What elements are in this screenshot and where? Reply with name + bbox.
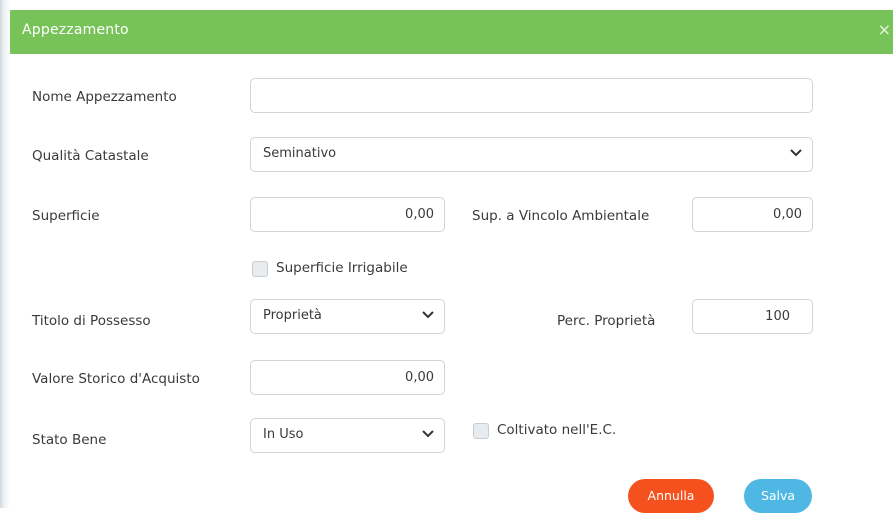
chevron-down-icon [790, 149, 802, 157]
coltivato-ec-box[interactable] [473, 423, 489, 439]
titolo-possesso-value: Proprietà [263, 308, 322, 323]
stato-bene-value: In Uso [263, 427, 304, 442]
stato-bene-label: Stato Bene [32, 432, 107, 448]
nome-appezzamento-label: Nome Appezzamento [32, 89, 177, 105]
perc-proprieta-input[interactable] [692, 299, 813, 334]
chevron-down-icon [422, 311, 434, 319]
titolo-possesso-select[interactable]: Proprietà [250, 299, 445, 334]
titolo-possesso-label: Titolo di Possesso [32, 313, 151, 329]
sup-vincolo-ambientale-label: Sup. a Vincolo Ambientale [472, 208, 650, 224]
background-page-edge [0, 0, 10, 508]
coltivato-ec-label: Coltivato nell'E.C. [497, 422, 617, 438]
modal-title: Appezzamento [22, 22, 129, 38]
chevron-down-icon [422, 430, 434, 438]
valore-storico-label: Valore Storico d'Acquisto [32, 371, 200, 387]
qualita-catastale-select[interactable]: Seminativo [250, 137, 813, 172]
nome-appezzamento-input[interactable] [250, 78, 813, 113]
qualita-catastale-value: Seminativo [263, 146, 337, 161]
close-icon[interactable]: × [878, 22, 891, 38]
modal-header: Appezzamento × [10, 10, 893, 54]
superficie-label: Superficie [32, 208, 100, 224]
superficie-irrigabile-box[interactable] [252, 261, 268, 277]
sup-vincolo-ambientale-input[interactable] [692, 197, 813, 232]
stato-bene-select[interactable]: In Uso [250, 418, 445, 453]
qualita-catastale-label: Qualità Catastale [32, 148, 149, 164]
superficie-irrigabile-label: Superficie Irrigabile [276, 260, 408, 276]
valore-storico-input[interactable] [250, 360, 445, 395]
superficie-input[interactable] [250, 197, 445, 232]
appezzamento-modal: Appezzamento × Nome Appezzamento Qualità… [10, 10, 893, 513]
perc-proprieta-label: Perc. Proprietà [557, 313, 656, 329]
